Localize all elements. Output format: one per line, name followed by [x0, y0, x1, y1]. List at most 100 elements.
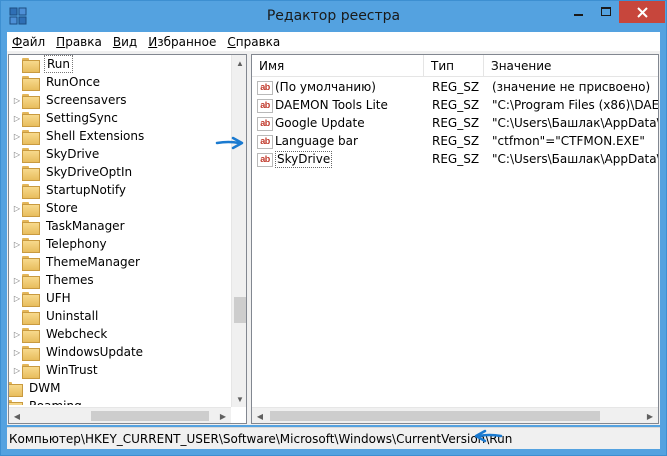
menu-view[interactable]: Вид: [108, 35, 143, 49]
scroll-up-arrow-icon[interactable]: ▲: [232, 55, 246, 71]
menu-file-accel: Ф: [12, 34, 23, 49]
value-row[interactable]: ab SkyDrive REG_SZ "C:\Users\Башлак\AppData…: [252, 150, 658, 169]
tree-item[interactable]: Uninstall: [12, 307, 100, 325]
folder-icon: [22, 327, 40, 343]
folder-icon: [22, 57, 40, 73]
tree-item-label: WindowsUpdate: [46, 345, 144, 359]
close-icon: [636, 6, 648, 18]
maximize-icon: [600, 7, 611, 16]
tree-item[interactable]: ▷ SettingSync: [12, 109, 120, 127]
column-header-type[interactable]: Тип: [424, 55, 484, 77]
tree-item[interactable]: Run: [12, 55, 74, 73]
minimize-icon: [573, 14, 583, 16]
menu-view-label: ид: [121, 34, 138, 49]
tree-item-label: SkyDriveOptIn: [46, 165, 133, 179]
tree-item[interactable]: ▷ SkyDrive: [12, 145, 101, 163]
tree-item[interactable]: SkyDriveOptIn: [12, 163, 134, 181]
value-name-cell: ab SkyDrive: [257, 150, 424, 169]
tree-item-label: WinTrust: [46, 363, 98, 377]
tree-horizontal-scroll-thumb[interactable]: [91, 411, 209, 421]
expand-arrow-icon[interactable]: ▷: [12, 325, 22, 343]
tree-item[interactable]: ThemeManager: [12, 253, 142, 271]
folder-icon: [22, 237, 40, 253]
value-name: Google Update: [275, 116, 365, 130]
tree-item[interactable]: StartupNotify: [12, 181, 128, 199]
tree-item[interactable]: ▷ Telephony: [12, 235, 109, 253]
list-horizontal-scroll-thumb[interactable]: [270, 411, 600, 421]
menu-help[interactable]: Справка: [222, 35, 286, 49]
value-row[interactable]: ab DAEMON Tools Lite REG_SZ "C:\Program Fil…: [252, 96, 658, 115]
menu-favorites-label: збранное: [157, 34, 217, 49]
expand-arrow-icon[interactable]: ▷: [12, 109, 22, 127]
tree-item[interactable]: DWM: [9, 379, 62, 397]
tree-item[interactable]: ▷ Store: [12, 199, 80, 217]
column-header-value[interactable]: Значение: [484, 55, 658, 77]
tree-item[interactable]: ▷ Screensavers: [12, 91, 129, 109]
expand-arrow-icon[interactable]: ▷: [12, 361, 22, 379]
annotation-arrow-icon: [215, 136, 244, 150]
tree-item[interactable]: ▷ WindowsUpdate: [12, 343, 145, 361]
tree-item[interactable]: RunOnce: [12, 73, 102, 91]
value-row[interactable]: ab (По умолчанию) REG_SZ (значение не присв…: [252, 78, 658, 97]
registry-editor-window: Редактор реестра Файл Правка Вид Избранн…: [0, 0, 667, 456]
title-bar[interactable]: Редактор реестра: [1, 1, 666, 31]
scroll-down-arrow-icon[interactable]: ▼: [232, 391, 246, 407]
values-list-pane[interactable]: Имя Тип Значение ab (По умолчанию) REG_SZ(…: [251, 54, 659, 424]
value-row[interactable]: ab Google Update REG_SZ "C:\Users\Башлак\Ap…: [252, 114, 658, 133]
list-header: Имя Тип Значение: [252, 55, 658, 77]
expand-arrow-icon[interactable]: ▷: [12, 199, 22, 217]
expand-arrow-icon[interactable]: ▷: [12, 145, 22, 163]
value-data: "C:\Program Files (x86)\DAEMON: [492, 98, 658, 112]
tree-item[interactable]: TaskManager: [12, 217, 127, 235]
menu-edit[interactable]: Правка: [51, 35, 108, 49]
value-row[interactable]: ab Language bar REG_SZ "ctfmon"="CTFMON.EXE…: [252, 132, 658, 151]
maximize-button[interactable]: [592, 1, 619, 23]
tree-item-label: Themes: [46, 273, 94, 287]
expand-arrow-icon[interactable]: ▷: [12, 127, 22, 145]
expand-arrow-icon[interactable]: ▷: [12, 289, 22, 307]
minimize-button[interactable]: [565, 1, 592, 23]
scroll-right-arrow-icon[interactable]: ▶: [642, 408, 658, 423]
menu-file[interactable]: Файл: [7, 35, 51, 49]
expand-arrow-icon[interactable]: ▷: [12, 235, 22, 253]
value-name: DAEMON Tools Lite: [275, 98, 388, 112]
tree-item[interactable]: ▷ Themes: [12, 271, 96, 289]
menu-file-label: айл: [22, 34, 46, 49]
string-value-icon: ab: [257, 152, 273, 167]
scroll-right-arrow-icon[interactable]: ▶: [215, 408, 231, 423]
scroll-left-arrow-icon[interactable]: ◀: [9, 408, 25, 423]
tree-item[interactable]: ▷ UFH: [12, 289, 73, 307]
tree-item-label: Uninstall: [46, 309, 99, 323]
menu-favorites[interactable]: Избранное: [143, 35, 222, 49]
value-name-cell: ab Language bar: [257, 132, 424, 151]
close-button[interactable]: [619, 1, 665, 23]
folder-icon: [22, 255, 40, 271]
expand-arrow-icon[interactable]: ▷: [12, 91, 22, 109]
expand-arrow-icon[interactable]: ▷: [12, 343, 22, 361]
tree-vertical-scrollbar[interactable]: ▲ ▼: [231, 55, 246, 407]
value-name-cell: ab Google Update: [257, 114, 424, 133]
tree-item[interactable]: ▷ Shell Extensions: [12, 127, 146, 145]
tree-horizontal-scrollbar[interactable]: ◀ ▶: [9, 407, 231, 423]
tree-item-label: Store: [46, 201, 78, 215]
tree-item[interactable]: ▷ WinTrust: [12, 361, 100, 379]
folder-icon: [22, 111, 40, 127]
value-data: "ctfmon"="CTFMON.EXE": [492, 134, 645, 148]
expand-arrow-icon[interactable]: ▷: [12, 271, 22, 289]
tree-item[interactable]: ▷Roaming: [9, 397, 84, 405]
key-tree-pane[interactable]: Run RunOnce ▷ Screensavers ▷ SettingSync ▷ Shel…: [8, 54, 247, 424]
list-horizontal-scrollbar[interactable]: ◀ ▶: [252, 407, 658, 423]
folder-icon: [22, 147, 40, 163]
tree-vertical-scroll-thumb[interactable]: [234, 297, 246, 323]
tree-item-label: Webcheck: [46, 327, 108, 341]
value-data: "C:\Users\Башлак\AppData\Loc: [492, 152, 658, 166]
folder-icon: [22, 363, 40, 379]
value-data: (значение не присвоено): [492, 80, 651, 94]
status-bar: Компьютер\HKEY_CURRENT_USER\Software\Mic…: [7, 427, 660, 449]
tree-item[interactable]: ▷ Webcheck: [12, 325, 109, 343]
scroll-left-arrow-icon[interactable]: ◀: [252, 408, 268, 423]
column-header-name[interactable]: Имя: [252, 55, 424, 77]
value-name-cell: ab (По умолчанию): [257, 78, 424, 97]
